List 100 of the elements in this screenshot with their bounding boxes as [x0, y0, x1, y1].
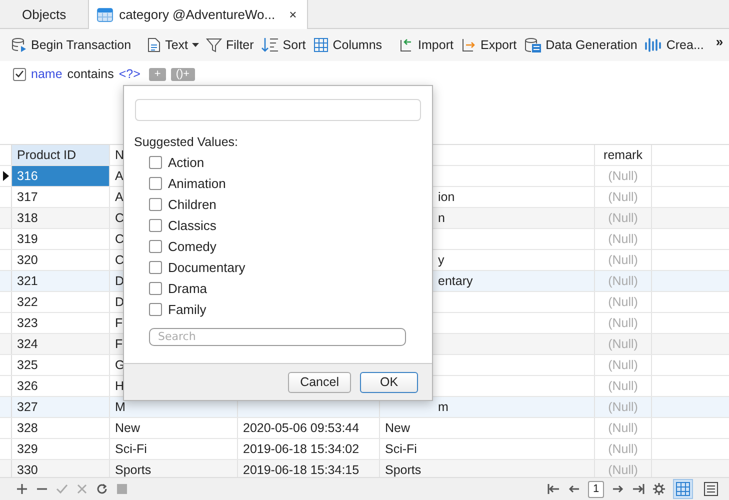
table-cell: (Null): [608, 358, 638, 372]
operator-link[interactable]: contains: [67, 67, 114, 81]
table-cell: C: [115, 232, 124, 246]
value-link[interactable]: <?>: [118, 67, 140, 81]
dialog-button[interactable]: Cancel: [288, 372, 351, 392]
dialog-button[interactable]: OK: [360, 372, 418, 392]
checkbox-label[interactable]: Documentary: [168, 260, 246, 275]
table-cell: y: [438, 253, 444, 267]
overflow-button[interactable]: »: [710, 34, 729, 56]
table-cell: (Null): [608, 169, 638, 183]
table-cell: (Null): [608, 274, 638, 288]
table-cell: (Null): [608, 463, 638, 477]
table-cell: n: [438, 211, 445, 225]
table-cell: 328: [17, 421, 38, 435]
table-cell: C: [115, 211, 124, 225]
checkbox-label[interactable]: Action: [168, 155, 204, 170]
bar-chart-icon: [644, 37, 662, 53]
toolbar-button[interactable]: Crea...: [643, 35, 705, 55]
checkbox-label[interactable]: Family: [168, 302, 206, 317]
checkbox-label[interactable]: Comedy: [168, 239, 216, 254]
table-cell: 2019-06-18 15:34:02: [243, 442, 360, 456]
form-view-button[interactable]: [701, 479, 721, 499]
table-cell: 325: [17, 358, 38, 372]
checkbox[interactable]: [149, 177, 162, 190]
table-cell: 2020-05-06 09:53:44: [243, 421, 360, 435]
table-cell: ion: [438, 190, 455, 204]
table-cell: C: [115, 253, 124, 267]
table-icon: [97, 6, 114, 22]
table-cell: New: [115, 421, 140, 435]
checkbox-label[interactable]: Children: [168, 197, 216, 212]
toolbar-button[interactable]: Sort: [260, 35, 307, 55]
table-cell: 316: [17, 169, 38, 183]
first-page-icon[interactable]: [547, 483, 560, 495]
checkbox[interactable]: [149, 240, 162, 253]
table-cell: 318: [17, 211, 38, 225]
checkbox[interactable]: [13, 68, 26, 80]
checkbox[interactable]: [149, 156, 162, 169]
last-page-icon[interactable]: [632, 483, 645, 495]
checkbox[interactable]: [149, 198, 162, 211]
table-cell: Sci-Fi: [115, 442, 147, 456]
check-icon[interactable]: [56, 483, 68, 495]
table-cell: Sports: [115, 463, 152, 477]
table-cell: 323: [17, 316, 38, 330]
table-cell: A: [115, 169, 124, 183]
table-cell: 322: [17, 295, 38, 309]
checkbox[interactable]: [149, 282, 162, 295]
toolbar-button[interactable]: Begin Transaction: [10, 35, 132, 55]
checkbox[interactable]: [149, 219, 162, 232]
table-cell: (Null): [608, 337, 638, 351]
checkbox-label[interactable]: Classics: [168, 218, 216, 233]
row-pointer-icon: [2, 171, 8, 181]
refresh-icon[interactable]: [96, 483, 108, 495]
add-icon[interactable]: [16, 483, 28, 495]
table-cell: 330: [17, 463, 38, 477]
value-field[interactable]: [135, 99, 421, 121]
table-icon: [312, 37, 329, 53]
table-cell: A: [115, 190, 124, 204]
table-cell: (Null): [608, 421, 638, 435]
checkbox[interactable]: [149, 303, 162, 316]
checkbox-label[interactable]: Animation: [168, 176, 226, 191]
table-cell: (Null): [608, 232, 638, 246]
table-cell: m: [438, 400, 448, 414]
tab[interactable]: category @AdventureWo... ×: [89, 0, 308, 29]
table-cell: (Null): [608, 379, 638, 393]
table-cell: (Null): [608, 295, 638, 309]
close-icon[interactable]: ×: [289, 8, 297, 22]
sort-icon: [260, 37, 279, 53]
page-field[interactable]: 1: [588, 480, 604, 498]
stop-icon[interactable]: [116, 483, 128, 495]
toolbar-button[interactable]: Filter: [205, 35, 255, 55]
table-cell: 327: [17, 400, 38, 414]
table-cell: H: [115, 379, 124, 393]
export-icon: [460, 37, 476, 53]
table-cell: (Null): [608, 316, 638, 330]
settings-icon[interactable]: [653, 483, 665, 495]
toolbar-button[interactable]: Text: [146, 35, 200, 55]
table-cell: (Null): [608, 442, 638, 456]
close-icon[interactable]: [76, 483, 88, 495]
previous-page-icon[interactable]: [568, 483, 580, 495]
field-name-link[interactable]: name: [31, 67, 62, 81]
table-cell: (Null): [608, 190, 638, 204]
section-heading: Suggested Values:: [134, 135, 240, 149]
toolbar-button[interactable]: Data Generation: [522, 35, 638, 55]
column-header[interactable]: N: [115, 148, 124, 162]
funnel-icon: [206, 37, 222, 53]
table-cell: 324: [17, 337, 38, 351]
toolbar-button[interactable]: Columns: [312, 35, 384, 55]
next-page-icon[interactable]: [612, 483, 624, 495]
toolbar-button[interactable]: Import: [397, 35, 454, 55]
toolbar-button[interactable]: Export: [459, 35, 518, 55]
table-cell: 321: [17, 274, 38, 288]
table-cell: (Null): [608, 253, 638, 267]
checkbox[interactable]: [149, 261, 162, 274]
checkbox-label[interactable]: Drama: [168, 281, 208, 296]
grid-view-button[interactable]: [673, 479, 693, 499]
database-icon: [11, 37, 27, 53]
table-icon: [676, 482, 690, 496]
database-icon: [524, 37, 542, 53]
table-cell: 320: [17, 253, 38, 267]
column-header[interactable]: remark: [604, 148, 642, 162]
